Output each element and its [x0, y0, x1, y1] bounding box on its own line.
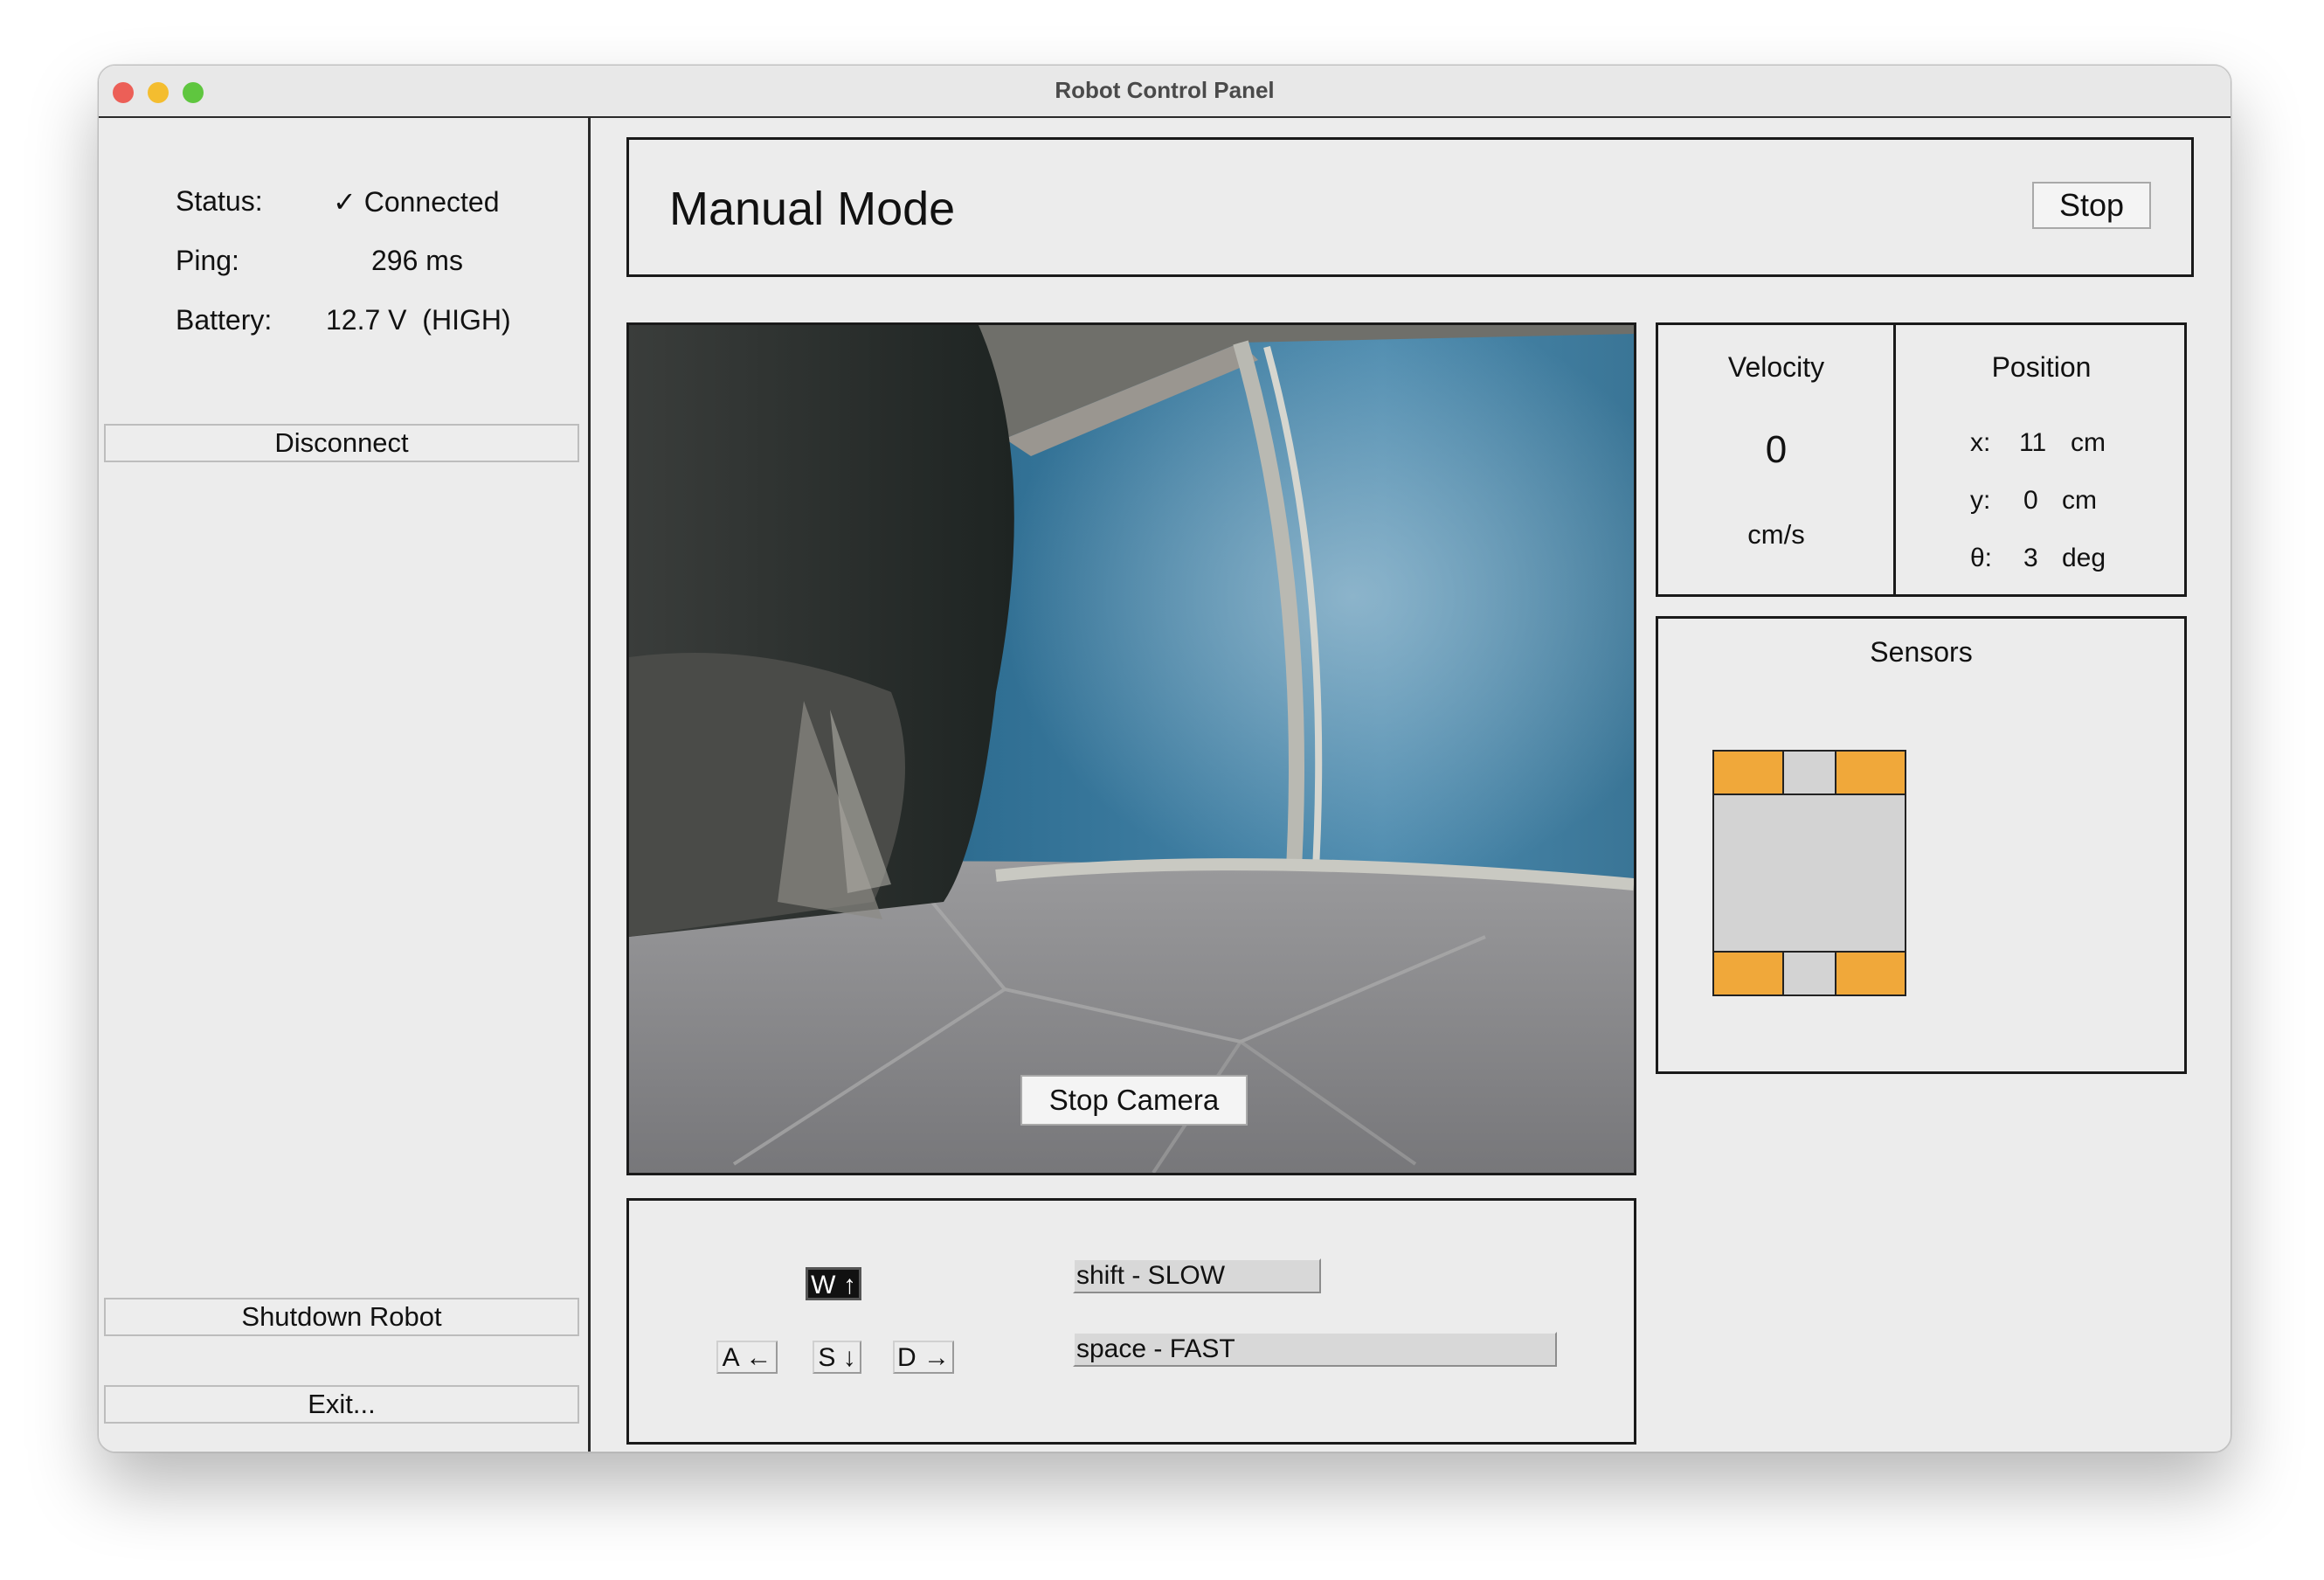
sidebar: Status: ✓ Connected Ping: 296 ms Battery…	[99, 118, 591, 1452]
key-d-right[interactable]: D →	[893, 1341, 954, 1374]
robot-body-edge-bottom	[1712, 951, 1906, 953]
sensor-rear-right	[1835, 951, 1906, 996]
position-label: Position	[1991, 351, 2092, 383]
telemetry-panel: Velocity 0 cm/s Position x: 11 cm y: 0 c…	[1656, 322, 2187, 597]
battery-value: 12.7 V (HIGH)	[326, 304, 511, 336]
sensors-panel: Sensors	[1656, 616, 2187, 1074]
sensor-front-left	[1712, 750, 1784, 795]
key-a-left[interactable]: A ←	[716, 1341, 778, 1374]
stop-camera-button[interactable]: Stop Camera	[1020, 1075, 1248, 1126]
title-bar: Robot Control Panel	[99, 66, 2231, 118]
position-theta-label: θ:	[1970, 544, 1993, 572]
position-x-value: 11	[2019, 428, 2047, 457]
battery-label: Battery:	[176, 304, 273, 336]
disconnect-button[interactable]: Disconnect	[104, 424, 579, 462]
controls-panel: W ↑ A ← S ↓ D → shift - SLOW space - FAS…	[626, 1198, 1636, 1445]
mode-panel: Manual Mode Stop	[626, 137, 2194, 277]
sensors-label: Sensors	[1870, 636, 1973, 668]
robot-body-edge-top	[1712, 793, 1906, 795]
app-window: Robot Control Panel Status: ✓ Connected …	[98, 65, 2231, 1452]
exit-button[interactable]: Exit...	[104, 1385, 579, 1424]
status-value: ✓ Connected	[333, 186, 500, 218]
fast-mode-indicator[interactable]: space - FAST	[1073, 1332, 1557, 1367]
window-title: Robot Control Panel	[1055, 77, 1275, 103]
velocity-value: 0	[1765, 428, 1788, 471]
position-x-label: x:	[1970, 428, 1991, 457]
shutdown-robot-button[interactable]: Shutdown Robot	[104, 1298, 579, 1336]
camera-feed-image	[629, 325, 1634, 1173]
velocity-label: Velocity	[1727, 351, 1825, 383]
velocity-unit: cm/s	[1747, 519, 1805, 550]
stop-button[interactable]: Stop	[2032, 182, 2151, 229]
position-y-unit: cm	[2062, 486, 2097, 515]
sensor-rear-left	[1712, 951, 1784, 996]
position-theta-value: 3	[2023, 544, 2038, 572]
slow-mode-indicator[interactable]: shift - SLOW	[1073, 1258, 1321, 1293]
mode-title: Manual Mode	[669, 183, 956, 235]
sensor-front-right	[1835, 750, 1906, 795]
ping-label: Ping:	[176, 245, 239, 276]
status-label: Status:	[176, 185, 263, 217]
position-y-label: y:	[1970, 486, 1991, 515]
key-s-back[interactable]: S ↓	[813, 1341, 861, 1374]
ping-value: 296 ms	[371, 245, 463, 276]
position-y-value: 0	[2023, 486, 2038, 515]
position-x-unit: cm	[2071, 428, 2106, 457]
position-theta-unit: deg	[2062, 544, 2106, 572]
key-w-forward[interactable]: W ↑	[806, 1267, 861, 1300]
camera-panel: Stop Camera	[626, 322, 1636, 1175]
robot-sensor-diagram	[1712, 750, 1906, 996]
